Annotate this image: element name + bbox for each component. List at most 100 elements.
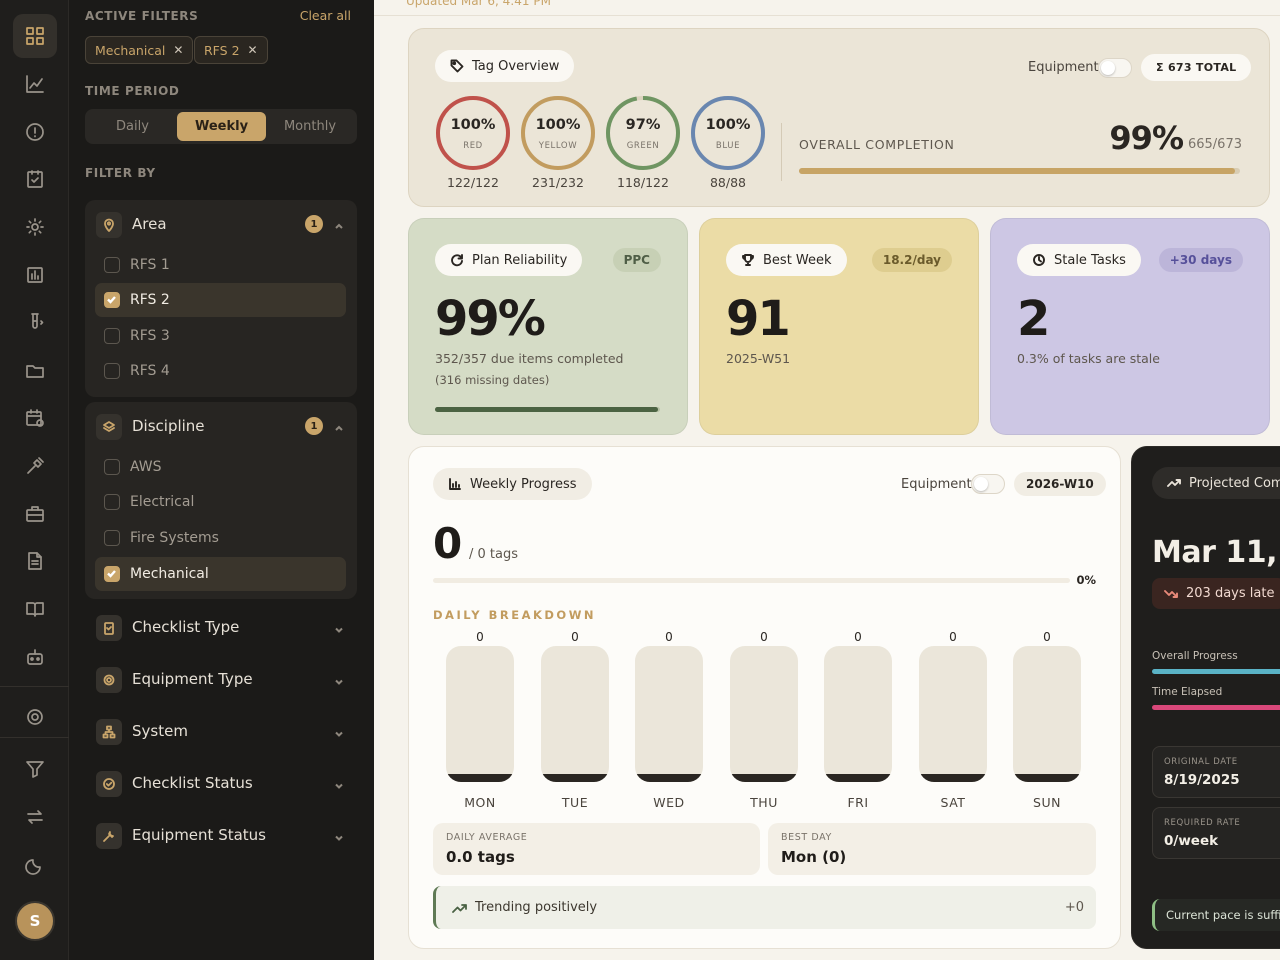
stat-label: DAILY AVERAGE (446, 832, 528, 843)
day-name: SUN (1033, 795, 1061, 810)
chevron-down-icon[interactable] (333, 829, 345, 841)
settings-icon[interactable] (13, 205, 57, 249)
filter-chip-rfs2[interactable]: RFS 2 ✕ (194, 36, 268, 64)
checkbox[interactable] (104, 459, 120, 475)
close-icon[interactable]: ✕ (173, 43, 183, 57)
total-badge: Σ 673 TOTAL (1141, 54, 1252, 81)
title-text: Tag Overview (472, 58, 560, 74)
checkbox[interactable] (104, 363, 120, 379)
period-weekly[interactable]: Weekly (177, 112, 266, 141)
area-option-rfs3[interactable]: RFS 3 (95, 319, 346, 353)
day-bar (635, 646, 703, 782)
equipment-status-group[interactable]: Equipment Status (85, 816, 357, 856)
checkbox[interactable] (104, 328, 120, 344)
equipment-type-group[interactable]: Equipment Type (85, 660, 357, 700)
chart-line-icon[interactable] (13, 62, 57, 106)
trend-value: +0 (1064, 900, 1084, 915)
rail-divider (0, 737, 69, 738)
daily-average-box: DAILY AVERAGE 0.0 tags (433, 823, 760, 875)
title-text: Projected Completion (1189, 475, 1280, 491)
report-icon[interactable] (13, 253, 57, 297)
projected-completion-title: Projected Completion (1152, 467, 1280, 499)
group-title: Checklist Type (132, 618, 240, 636)
theme-icon[interactable] (13, 843, 57, 887)
weekly-percent: 0% (1076, 573, 1096, 587)
close-icon[interactable]: ✕ (248, 43, 258, 57)
week-selector[interactable]: 2026-W10 (1014, 472, 1106, 496)
book-icon[interactable] (13, 587, 57, 631)
period-monthly[interactable]: Monthly (266, 112, 354, 141)
ring-blue: 100% BLUE (690, 95, 766, 171)
robot-icon[interactable] (13, 635, 57, 679)
option-label: Fire Systems (130, 530, 219, 546)
equipment-toggle-label: Equipment (901, 477, 972, 492)
stale-tasks-sub: 0.3% of tasks are stale (1017, 351, 1160, 366)
overall-completion-label: OVERALL COMPLETION (799, 137, 955, 152)
discipline-option-aws[interactable]: AWS (95, 450, 346, 484)
best-day-box: BEST DAY Mon (0) (768, 823, 1096, 875)
checkbox[interactable] (104, 257, 120, 273)
calendar-icon[interactable] (13, 396, 57, 440)
gear-icon[interactable] (13, 695, 57, 739)
avatar[interactable]: S (15, 901, 55, 941)
chevron-up-icon[interactable] (333, 419, 345, 431)
chevron-down-icon[interactable] (333, 621, 345, 633)
box-label: ORIGINAL DATE (1164, 757, 1238, 767)
checklist-icon[interactable] (13, 157, 57, 201)
overall-progress-fill (799, 168, 1235, 174)
ring-red: 100% RED (435, 95, 511, 171)
dashboard-icon[interactable] (13, 14, 57, 58)
checkbox-checked[interactable] (104, 292, 120, 308)
briefcase-icon[interactable] (13, 492, 57, 536)
chevron-down-icon[interactable] (333, 725, 345, 737)
filter-chip-mechanical[interactable]: Mechanical ✕ (85, 36, 194, 64)
area-group-header[interactable]: Area 1 (85, 200, 357, 248)
stale-tasks-value: 2 (1017, 291, 1050, 347)
day-name: THU (750, 795, 778, 810)
folder-icon[interactable] (13, 349, 57, 393)
discipline-option-mechanical[interactable]: Mechanical (95, 557, 346, 591)
discipline-option-electrical[interactable]: Electrical (95, 485, 346, 519)
equipment-toggle[interactable] (1098, 58, 1132, 78)
checkbox[interactable] (104, 530, 120, 546)
clear-all-button[interactable]: Clear all (300, 8, 351, 23)
chevron-down-icon[interactable] (333, 777, 345, 789)
checklist-type-group[interactable]: Checklist Type (85, 608, 357, 648)
area-option-rfs4[interactable]: RFS 4 (95, 354, 346, 388)
weekly-value: 0 (433, 519, 463, 568)
checklist-status-group[interactable]: Checklist Status (85, 764, 357, 804)
header-divider (374, 15, 1280, 16)
chevron-up-icon[interactable] (333, 217, 345, 229)
plan-reliability-title: Plan Reliability (435, 244, 583, 276)
cog-icon (96, 667, 122, 693)
discipline-option-fire-systems[interactable]: Fire Systems (95, 521, 346, 555)
period-daily[interactable]: Daily (88, 112, 177, 141)
trend-banner: Trending positively +0 (433, 886, 1096, 929)
alert-icon[interactable] (13, 110, 57, 154)
area-option-rfs2[interactable]: RFS 2 (95, 283, 346, 317)
late-text: 203 days late (1186, 586, 1275, 601)
test-tube-icon[interactable] (13, 300, 57, 344)
day-bar-fill (446, 774, 514, 782)
area-option-rfs1[interactable]: RFS 1 (95, 248, 346, 282)
option-label: AWS (130, 459, 162, 475)
day-bar (1013, 646, 1081, 782)
document-icon[interactable] (13, 539, 57, 583)
group-title: Checklist Status (132, 774, 253, 792)
swap-icon[interactable] (13, 795, 57, 839)
chevron-down-icon[interactable] (333, 673, 345, 685)
checkbox[interactable] (104, 494, 120, 510)
system-group[interactable]: System (85, 712, 357, 752)
title-text: Plan Reliability (472, 252, 568, 268)
best-week-title: Best Week (726, 244, 847, 276)
stale-tasks-card: Stale Tasks +30 days 2 0.3% of tasks are… (990, 218, 1270, 435)
filter-by-label: FILTER BY (85, 166, 156, 180)
ring-chart (521, 96, 595, 170)
filter-icon[interactable] (13, 747, 57, 791)
checkbox-checked[interactable] (104, 566, 120, 582)
discipline-group-header[interactable]: Discipline 1 (85, 402, 357, 450)
day-bar-fill (635, 774, 703, 782)
equipment-toggle[interactable] (971, 474, 1005, 494)
time-period-label: TIME PERIOD (85, 84, 180, 98)
tools-icon[interactable] (13, 444, 57, 488)
